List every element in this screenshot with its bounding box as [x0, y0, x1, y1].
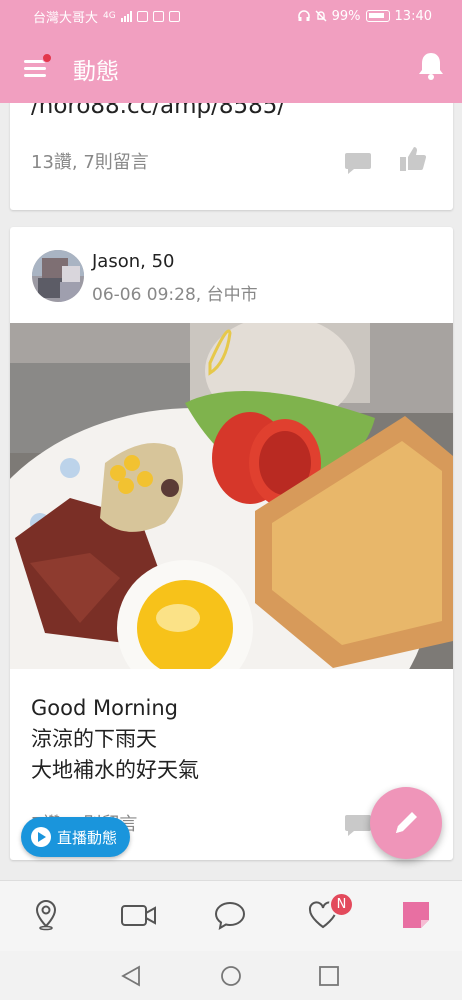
post-text-line: 涼涼的下雨天	[31, 727, 157, 751]
notification-icon	[136, 10, 148, 22]
back-icon[interactable]	[120, 965, 142, 987]
bell-icon[interactable]	[416, 50, 446, 82]
battery-percent: 99%	[331, 8, 361, 24]
clock: 13:40	[394, 8, 432, 24]
post-card[interactable]: Jason, 50 06-06 09:28, 台中市 Good Morning …	[10, 227, 453, 860]
system-nav-bar	[0, 951, 462, 1000]
page-title: 動態	[73, 59, 119, 85]
recent-apps-icon[interactable]	[318, 965, 340, 987]
compose-post-button[interactable]	[370, 787, 442, 859]
mute-icon	[315, 10, 327, 22]
play-circle-icon	[31, 827, 51, 847]
post-stats: 13讚, 7則留言	[31, 152, 149, 173]
notification-badge: N	[329, 892, 354, 917]
app-notification-icon	[152, 10, 164, 22]
post-card[interactable]: /horo88.cc/amp/8585/ 13讚, 7則留言	[10, 103, 453, 210]
thumbs-up-icon[interactable]	[399, 145, 427, 173]
live-stream-button[interactable]: 直播動態	[21, 817, 130, 857]
network-type: 4G	[103, 11, 116, 21]
hamburger-menu-icon[interactable]	[22, 53, 52, 80]
video-camera-icon[interactable]	[121, 899, 157, 931]
home-icon[interactable]	[220, 965, 242, 987]
battery-icon	[365, 10, 390, 22]
post-meta: 06-06 09:28, 台中市	[92, 285, 258, 305]
author-name[interactable]: Jason, 50	[92, 251, 175, 272]
status-bar: 台灣大哥大 4G 99% 13:40	[0, 0, 462, 32]
photo-image	[10, 323, 453, 669]
post-link[interactable]: /horo88.cc/amp/8585/	[31, 103, 285, 119]
feed[interactable]: /horo88.cc/amp/8585/ 13讚, 7則留言 Jason, 50…	[0, 103, 462, 880]
post-text: Good Morning 涼涼的下雨天 大地補水的好天氣	[31, 693, 199, 786]
pencil-icon	[396, 812, 417, 833]
note-icon[interactable]	[400, 899, 432, 931]
status-left: 台灣大哥大 4G	[33, 7, 180, 26]
app-bar: 動態	[0, 32, 462, 103]
message-notification-icon	[168, 10, 180, 22]
comment-icon[interactable]	[344, 151, 372, 175]
bottom-tab-bar: N	[0, 880, 462, 951]
post-text-line: Good Morning	[31, 696, 178, 720]
notification-dot	[42, 53, 52, 63]
location-pin-icon[interactable]	[30, 899, 62, 931]
breakfast-photo[interactable]	[10, 323, 453, 669]
headphones-icon	[297, 10, 310, 21]
chat-bubble-icon[interactable]	[214, 899, 246, 931]
carrier-name: 台灣大哥大	[33, 10, 99, 26]
live-stream-label: 直播動態	[57, 828, 118, 847]
avatar[interactable]	[32, 250, 84, 302]
status-right: 99% 13:40	[297, 8, 432, 24]
post-text-line: 大地補水的好天氣	[31, 758, 199, 782]
signal-icon	[120, 10, 132, 22]
comment-icon[interactable]	[344, 813, 372, 837]
